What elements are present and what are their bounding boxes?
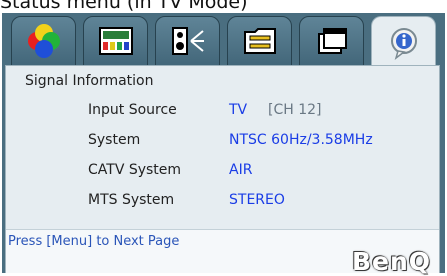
next-page-hint: Press [Menu] to Next Page bbox=[8, 234, 180, 249]
mts-system-label: MTS System bbox=[88, 192, 175, 208]
mts-system-value: STEREO bbox=[229, 192, 285, 208]
tab-info[interactable] bbox=[371, 16, 436, 68]
system-label: System bbox=[88, 132, 141, 148]
hint-bar: Press [Menu] to Next Page BenQ bbox=[6, 229, 439, 276]
menu-tab-bar bbox=[2, 13, 445, 68]
section-title: Signal Information bbox=[25, 73, 154, 89]
info-icon bbox=[390, 27, 417, 60]
catv-system-value: AIR bbox=[229, 162, 253, 178]
display-window-icon bbox=[317, 28, 347, 54]
input-source-value: TV bbox=[229, 102, 248, 118]
picture-settings-icon bbox=[98, 27, 133, 55]
system-value: NTSC 60Hz/3.58MHz bbox=[229, 132, 373, 148]
page-caption: Status menu (in TV Mode) bbox=[0, 0, 248, 13]
tab-display[interactable] bbox=[299, 16, 364, 66]
channel-number: [CH 12] bbox=[268, 102, 322, 118]
tab-color[interactable] bbox=[11, 16, 76, 66]
setup-folder-icon bbox=[243, 28, 276, 54]
tab-setup[interactable] bbox=[227, 16, 292, 66]
input-source-label: Input Source bbox=[88, 102, 177, 118]
tab-audio[interactable] bbox=[155, 16, 220, 66]
osd-menu: Signal Information Input Source TV [CH 1… bbox=[2, 13, 445, 276]
audio-speaker-icon bbox=[171, 27, 204, 55]
tab-picture[interactable] bbox=[83, 16, 148, 66]
signal-information-panel: Signal Information Input Source TV [CH 1… bbox=[5, 65, 440, 276]
catv-system-label: CATV System bbox=[88, 162, 182, 178]
color-circles-icon bbox=[27, 24, 60, 58]
brand-logo: BenQ bbox=[351, 247, 431, 276]
